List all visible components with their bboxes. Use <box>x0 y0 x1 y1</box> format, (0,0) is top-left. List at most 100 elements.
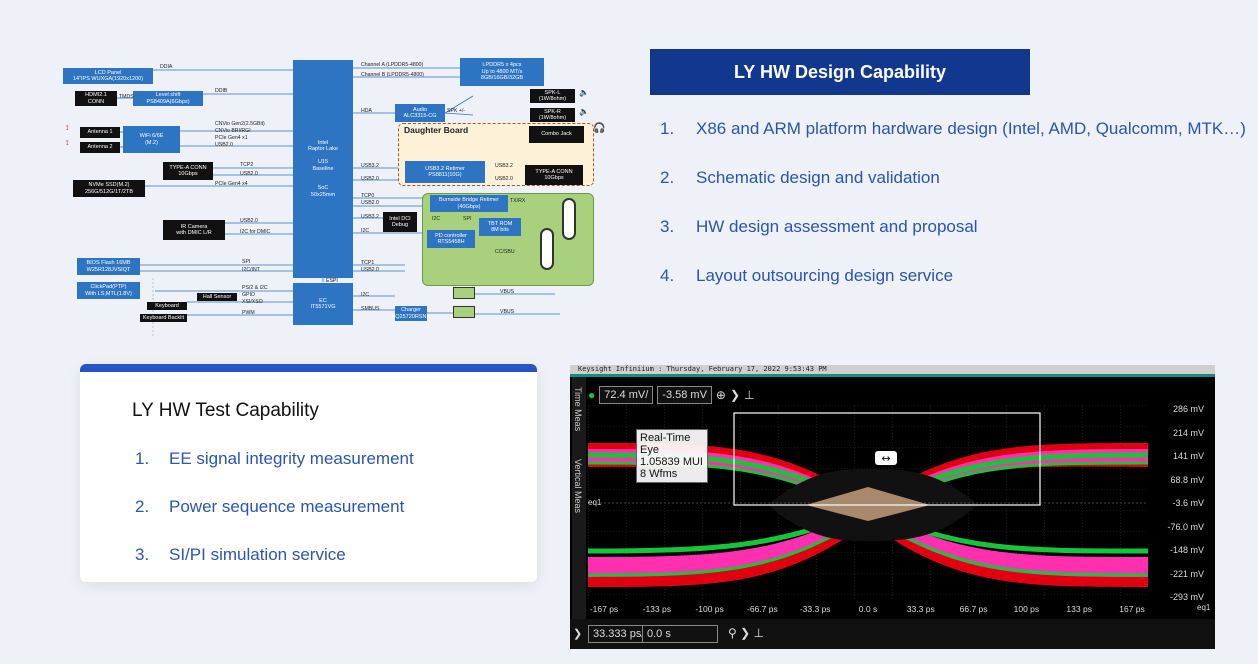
wire-label: SPI <box>463 216 472 222</box>
y-tick-label: 141 mV <box>1172 451 1204 461</box>
list-item: 4. Layout outsourcing design service <box>660 266 954 285</box>
channel-icon[interactable]: ● <box>588 388 595 402</box>
add-icon[interactable]: ⊕ <box>716 388 726 402</box>
x-tick-label: -133 ps <box>642 604 671 614</box>
lpddr5-block: LPDDR5 x 4pcs Up to 4800 MT/s 8GB/16GB/3… <box>460 58 544 86</box>
scope-toolbar: ● 72.4 mV/ -3.58 mV ⊕ ❯ ⊥ <box>588 385 755 405</box>
scope-teal-bar <box>570 374 1215 377</box>
time-offset-field[interactable]: 0.0 s <box>642 625 718 643</box>
pin-icon[interactable]: ⊥ <box>744 388 754 402</box>
wire-label: TCP1 <box>361 260 375 266</box>
clickpad-block: ClickPad(PTP) With LS,MTL(1.8V) <box>77 282 140 299</box>
wire-label: USB2.0 <box>240 171 258 177</box>
wire-label: TCP2 <box>240 162 254 168</box>
antenna1-block: Antenna 1 <box>80 127 120 138</box>
wire-label: USB3.2 <box>495 163 513 169</box>
wire-label: Channel B (LPDDR5-4800) <box>361 72 424 78</box>
scope-header: Keysight Infiniium : Thursday, February … <box>570 365 1215 374</box>
wire-label: SMBUS <box>361 306 380 312</box>
hall-sensor-block: Hall Sensor <box>197 293 237 301</box>
x-tick-label: 133 ps <box>1066 604 1092 614</box>
chevron-right-icon[interactable]: ❯ <box>730 388 740 402</box>
nvme-block: NVMe SSD(M.2) 256G/512G/1T/2TB <box>73 180 145 197</box>
offset-field[interactable]: -3.58 mV <box>657 386 712 404</box>
wire-label: PWM <box>242 310 255 316</box>
wire-label: USB2.0 <box>361 200 379 206</box>
wire-label: USB3.2 <box>361 163 379 169</box>
scope-side-tabs: Time Meas Vertical Meas <box>572 377 586 633</box>
pd-controller-block: PD controller RTS5458H <box>427 230 475 248</box>
mosfet-1 <box>453 287 475 299</box>
y-tick-label: -76.0 mV <box>1167 521 1204 532</box>
x-tick-label: -167 ps <box>589 604 619 614</box>
wire-label: XSI/XSO <box>242 299 263 305</box>
trigger-icon[interactable]: ⚲ ❯ ⊥ <box>728 626 764 640</box>
test-capability-card: LY HW Test Capability 1. EE signal integr… <box>80 364 537 582</box>
tab-time-meas[interactable]: Time Meas <box>573 387 583 431</box>
wire-label: ESPI <box>326 278 338 284</box>
x-tick-label: 66.7 ps <box>959 604 988 614</box>
wifi-block: WiFi 6/6E (M.2) <box>123 126 180 153</box>
wire-label: CC/SBU <box>495 249 515 255</box>
oscilloscope-screenshot: Keysight Infiniium : Thursday, February … <box>570 365 1215 649</box>
wire-label: USB2.0 <box>240 218 258 224</box>
x-axis-ticks: -167 ps -133 ps -100 ps -66.7 ps -33.3 ps 0.0… <box>588 604 1196 616</box>
test-capability-list: 1. EE signal integrity measurement 2. Powe… <box>135 447 414 591</box>
block-diagram: Intel Raptor Lake U15 Baseline SoC 50x25… <box>55 38 605 338</box>
time-per-div-field[interactable]: 33.333 ps/ <box>588 625 650 643</box>
x-tick-label: 167 ps <box>1119 604 1145 614</box>
wire-label: I2C <box>361 228 370 234</box>
y-tick-label: -3.6 mV <box>1172 498 1204 508</box>
y-tick-label: -148 mV <box>1169 545 1204 555</box>
scope-bottom-bar: ❯ 33.333 ps/ 0.0 s ⚲ ❯ ⊥ <box>570 619 1215 649</box>
y-tick-label: 286 mV <box>1172 404 1204 414</box>
svg-text:↔: ↔ <box>881 452 890 465</box>
wire-label: USB2.0 <box>495 176 513 182</box>
play-icon[interactable]: ❯ <box>573 627 582 640</box>
list-item: 3. HW design assessment and proposal <box>660 217 978 236</box>
wire-label: VBUS <box>500 309 515 315</box>
usb-retimer-block: USB3.2 Retimer PS8811(10G) <box>405 161 485 183</box>
x-tick-label: 0.0 s <box>858 604 878 614</box>
headset-icon: 🎧 <box>593 123 606 134</box>
burnside-block: Burnside Bridge Retimer (40Gbps) <box>430 195 508 212</box>
eye-info-box: Real-Time Eye 1.05839 MUI 8 Wfms <box>636 429 708 483</box>
intel-dci-block: Intel DCI Debug <box>383 212 417 232</box>
x-tick-label: 33.3 ps <box>906 604 935 614</box>
x-tick-label: -100 ps <box>695 604 724 614</box>
wire-label: TMDS <box>119 94 134 100</box>
keyboard-block: Keyboard <box>147 302 187 310</box>
wire-label: CNVio BRI/RGI <box>215 128 251 134</box>
list-item: 2. Power sequence measurement <box>135 497 405 516</box>
typea-left-block: TYPE-A CONN 10Gbps <box>163 162 213 180</box>
wire-label: CNVio Gen2(2.5GBit) <box>215 121 265 127</box>
wire-label: PCIe Gen4 x1 <box>215 135 248 141</box>
wire-label: DDIA <box>160 64 173 70</box>
design-capability-header: LY HW Design Capability <box>650 49 1030 95</box>
wire-label: Channel A (LPDDR5-4800) <box>361 62 424 68</box>
antenna-icon: ⟟ <box>66 125 69 132</box>
level-shift-block: Level shift PS8409A(6Gbps) <box>133 91 203 106</box>
lcd-panel-block: LCD Panel 14"IPS WUXGA(1920x1200) <box>63 68 153 84</box>
wire-label: GPIO <box>242 292 255 298</box>
tab-vertical-meas[interactable]: Vertical Meas <box>573 459 583 513</box>
channel-label: eq1 <box>1197 603 1211 612</box>
marker-label: eq1 <box>588 498 602 507</box>
antenna-icon: ⟟ <box>66 140 69 147</box>
daughter-board-label: Daughter Board <box>404 125 469 135</box>
volts-per-div-field[interactable]: 72.4 mV/ <box>599 386 654 404</box>
list-item: 1. X86 and ARM platform hardware design (… <box>660 119 1246 138</box>
typea-right-block: TYPE-A CONN 10Gbps <box>525 165 583 185</box>
list-item: 2. Schematic design and validation <box>660 168 940 187</box>
typec-port-2 <box>540 228 554 270</box>
y-tick-label: -221 mV <box>1169 568 1204 579</box>
wire-label: I2C <box>361 292 370 298</box>
speaker-icon: 🔈 <box>579 88 589 97</box>
y-tick-label: 214 mV <box>1172 427 1204 438</box>
wire-label: USB2.0 <box>361 176 379 182</box>
wire-label: USB2.0 <box>215 142 233 148</box>
ec-block: EC IT5571VG <box>293 283 353 325</box>
wire-label: HDA <box>361 108 372 114</box>
keyboard-backlit-block: Keyboard Backlit <box>140 314 187 322</box>
speaker-icon: 🔈 <box>579 107 589 116</box>
